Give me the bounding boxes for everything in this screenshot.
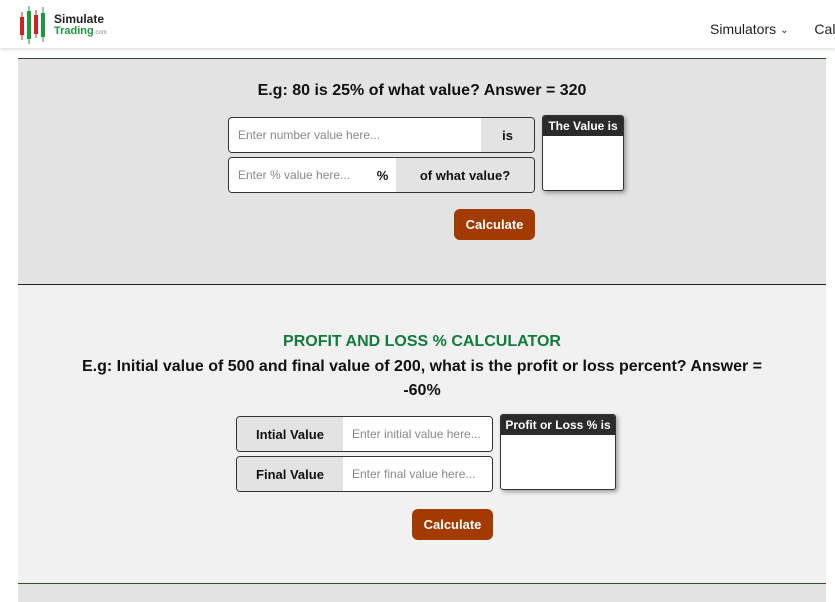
nav-simulators[interactable]: Simulators ⌄ <box>710 21 789 37</box>
number-value-input[interactable] <box>229 118 481 152</box>
calculate-button[interactable]: Calculate <box>454 209 535 240</box>
percent-input-group: % of what value? <box>228 157 535 193</box>
example-text: E.g: 80 is 25% of what value? Answer = 3… <box>257 82 587 99</box>
of-what-value-label: of what value? <box>396 158 534 192</box>
initial-value-input[interactable] <box>343 417 492 451</box>
final-value-group: Final Value <box>236 456 493 492</box>
initial-value-label: Intial Value <box>237 417 343 451</box>
initial-value-group: Intial Value <box>236 416 493 452</box>
final-value-input[interactable] <box>343 457 492 491</box>
is-label: is <box>481 118 534 152</box>
site-logo[interactable]: Simulate Trading.com <box>18 4 118 46</box>
candlestick-logo-icon <box>20 6 45 44</box>
chevron-down-icon: ⌄ <box>780 25 789 36</box>
number-input-group: is <box>228 117 535 153</box>
logo-line2: Trading.com <box>54 25 107 37</box>
nav-calculators[interactable]: Calc <box>814 21 835 37</box>
main-nav: Simulators⌄ Calc <box>710 21 835 37</box>
calculator-title: PROFIT AND LOSS % CALCULATOR <box>283 333 561 350</box>
example-text: E.g: Initial value of 500 and final valu… <box>81 358 762 399</box>
logo-text: Simulate Trading.com <box>54 13 107 39</box>
profit-loss-result-box: Profit or Loss % is <box>500 414 616 490</box>
final-value-label: Final Value <box>237 457 343 491</box>
percent-symbol: % <box>369 158 396 192</box>
top-navbar: Simulate Trading.com Simulators⌄ Calc <box>0 0 835 48</box>
profit-loss-result-header: Profit or Loss % is <box>501 415 615 435</box>
percent-value-input[interactable] <box>229 158 369 192</box>
value-result-box: The Value is <box>542 115 624 191</box>
value-result-header: The Value is <box>543 116 623 136</box>
percent-of-value-section: E.g: 80 is 25% of what value? Answer = 3… <box>18 58 826 284</box>
logo-line1: Simulate <box>54 12 105 26</box>
next-calculator-section <box>18 583 826 602</box>
profit-loss-section: PROFIT AND LOSS % CALCULATOR E.g: Initia… <box>18 284 826 583</box>
calculate-button[interactable]: Calculate <box>412 509 493 540</box>
